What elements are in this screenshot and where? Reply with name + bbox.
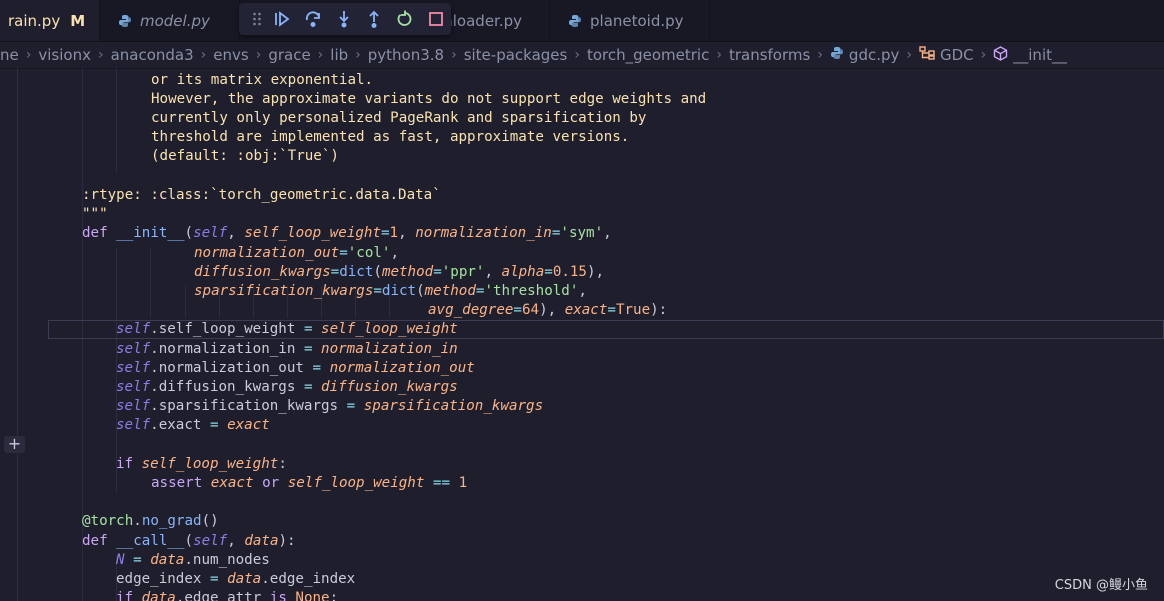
- code-editor[interactable]: + or its matrix exponential. However, th…: [0, 68, 1164, 601]
- chevron-right-icon: ›: [97, 47, 104, 63]
- breadcrumb-item-class[interactable]: GDC: [940, 46, 974, 64]
- breadcrumb-item[interactable]: envs: [213, 46, 248, 64]
- code-line: self.exact = exact: [116, 417, 270, 433]
- code-line: (default: :obj:`True`): [151, 148, 339, 164]
- code-line: def __call__(self, data):: [82, 533, 296, 549]
- code-line: :rtype: :class:`torch_geometric.data.Dat…: [82, 187, 441, 203]
- breadcrumb-item[interactable]: torch_geometric: [587, 46, 709, 64]
- python-file-icon: [118, 14, 132, 28]
- tab-label: rain.py: [8, 11, 61, 30]
- code-line: self.normalization_out = normalization_o…: [116, 360, 475, 376]
- code-line: or its matrix exponential.: [151, 72, 374, 88]
- breadcrumb-item[interactable]: anaconda3: [111, 46, 194, 64]
- breadcrumb-item[interactable]: site-packages: [464, 46, 568, 64]
- gutter-divider: [17, 68, 18, 601]
- tab-bar: rain.py M model.py aloader.py planetoid.…: [0, 0, 1164, 42]
- chevron-right-icon: ›: [355, 47, 361, 63]
- chevron-right-icon: ›: [200, 47, 207, 63]
- code-line: However, the approximate variants do not…: [151, 91, 707, 107]
- indent-guide: [185, 286, 186, 318]
- python-file-icon: [568, 14, 582, 28]
- breadcrumb: ne › visionx › anaconda3 › envs › grace …: [0, 42, 1164, 69]
- tab-label: aloader.py: [443, 11, 522, 30]
- breadcrumb-item[interactable]: visionx: [38, 46, 91, 64]
- tab-train-py[interactable]: rain.py M: [0, 0, 100, 41]
- code-line: avg_degree=64), exact=True):: [428, 302, 668, 318]
- python-file-icon: [830, 46, 844, 64]
- continue-button[interactable]: [267, 5, 298, 33]
- step-into-button[interactable]: [328, 5, 359, 33]
- class-symbol-icon: [919, 46, 935, 64]
- code-line: currently only personalized PageRank and…: [151, 110, 647, 126]
- code-line: self.diffusion_kwargs = diffusion_kwargs: [116, 379, 458, 395]
- code-line: @torch.no_grad(): [82, 513, 219, 529]
- tab-model-py[interactable]: model.py: [100, 0, 240, 41]
- code-line: self.sparsification_kwargs = sparsificat…: [116, 398, 544, 414]
- indent-guide: [116, 68, 117, 172]
- code-line: """: [82, 206, 108, 222]
- code-line: if data.edge_attr is None:: [116, 590, 339, 601]
- breadcrumb-item[interactable]: lib: [330, 46, 348, 64]
- tab-label: planetoid.py: [590, 11, 684, 30]
- breadcrumb-item[interactable]: python3.8: [368, 46, 444, 64]
- code-line: sparsification_kwargs=dict(method='thres…: [194, 283, 587, 299]
- watermark: CSDN @鳗小鱼: [1054, 578, 1148, 593]
- code-line: threshold are implemented as fast, appro…: [151, 129, 630, 145]
- chevron-right-icon: ›: [574, 47, 580, 63]
- code-line: diffusion_kwargs=dict(method='ppr', alph…: [194, 264, 605, 280]
- code-line: assert exact or self_loop_weight == 1: [151, 475, 468, 491]
- indent-guide: [150, 248, 151, 318]
- drag-handle-icon[interactable]: [247, 5, 267, 33]
- tab-planetoid-py[interactable]: planetoid.py: [550, 0, 710, 41]
- breadcrumb-item[interactable]: ne: [0, 46, 19, 64]
- method-symbol-icon: [993, 45, 1008, 65]
- code-line: def __init__(self, self_loop_weight=1, n…: [82, 225, 612, 241]
- stop-button[interactable]: [420, 5, 451, 33]
- breadcrumb-item[interactable]: grace: [268, 46, 310, 64]
- restart-button[interactable]: [390, 5, 421, 33]
- chevron-right-icon: ›: [716, 47, 722, 63]
- step-out-button[interactable]: [359, 5, 390, 33]
- chevron-right-icon: ›: [906, 47, 912, 63]
- breadcrumb-item-file[interactable]: gdc.py: [849, 46, 899, 64]
- code-line: if self_loop_weight:: [116, 456, 287, 472]
- breadcrumb-item-method[interactable]: __init__: [1013, 46, 1067, 64]
- code-line: self.normalization_in = normalization_in: [116, 341, 458, 357]
- chevron-right-icon: ›: [317, 47, 324, 63]
- chevron-right-icon: ›: [817, 47, 823, 63]
- chevron-right-icon: ›: [25, 47, 32, 63]
- step-over-button[interactable]: [298, 5, 329, 33]
- breadcrumb-item[interactable]: transforms: [729, 46, 810, 64]
- code-line: edge_index = data.edge_index: [116, 571, 356, 587]
- chevron-right-icon: ›: [980, 47, 987, 63]
- chevron-right-icon: ›: [451, 47, 457, 63]
- debug-toolbar: [239, 3, 451, 35]
- tab-label: model.py: [140, 11, 210, 30]
- code-line: normalization_out='col',: [194, 245, 400, 261]
- code-line: self.self_loop_weight = self_loop_weight: [116, 321, 458, 337]
- code-line: N = data.num_nodes: [116, 552, 270, 568]
- modified-badge: M: [70, 11, 86, 30]
- chevron-right-icon: ›: [255, 47, 262, 63]
- add-icon[interactable]: +: [4, 436, 25, 453]
